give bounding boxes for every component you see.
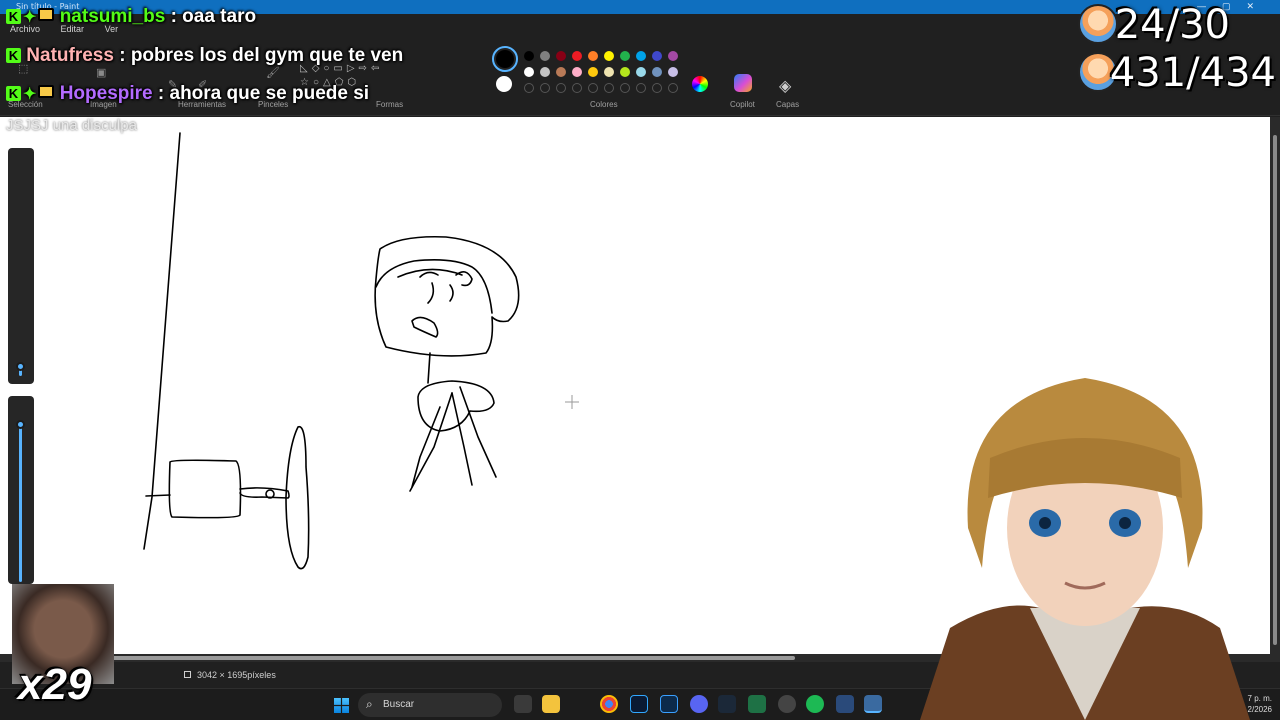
- chrome-icon[interactable]: [600, 695, 618, 713]
- color-swatch[interactable]: [636, 67, 646, 77]
- clock-date: 2/2026: [1247, 705, 1272, 714]
- primary-color-swatch[interactable]: [492, 46, 518, 72]
- vegas-icon[interactable]: [660, 695, 678, 713]
- vertical-scrollbar[interactable]: [1270, 117, 1280, 654]
- chat-line: K ✦ natsumi_bs : oaa taro: [6, 6, 256, 28]
- color-swatch[interactable]: [652, 51, 662, 61]
- custom-color-slot[interactable]: [540, 83, 550, 93]
- color-swatch[interactable]: [588, 51, 598, 61]
- kick-badge-icon: K: [6, 48, 21, 63]
- chat-message: : oaa taro: [170, 6, 257, 27]
- task-view-icon[interactable]: [514, 695, 532, 713]
- color-swatch[interactable]: [652, 67, 662, 77]
- color-swatch[interactable]: [556, 51, 566, 61]
- secondary-color-swatch[interactable]: [496, 76, 512, 92]
- color-swatch[interactable]: [604, 67, 614, 77]
- system-clock[interactable]: 7 p. m. 2/2026: [1248, 693, 1272, 715]
- edit-colors-icon[interactable]: [692, 76, 708, 92]
- brush-size-slider[interactable]: [16, 362, 25, 371]
- taskbar-search[interactable]: ⌕ Buscar: [358, 693, 502, 717]
- chat-user: Hopespire: [59, 83, 153, 104]
- color-swatch[interactable]: [556, 67, 566, 77]
- custom-color-slot[interactable]: [636, 83, 646, 93]
- search-placeholder: Buscar: [383, 699, 415, 710]
- color-swatch[interactable]: [524, 51, 534, 61]
- chat-message: : ahora que se puede si: [157, 83, 370, 104]
- copilot-icon[interactable]: [734, 74, 752, 92]
- color-swatch[interactable]: [572, 67, 582, 77]
- gem-badge-icon: ✦: [23, 86, 37, 103]
- overlay-note: JSJSJ una disculpa: [6, 117, 137, 134]
- custom-color-slot[interactable]: [524, 83, 534, 93]
- paint-stream-screen: Sin título - Paint —▢✕ Archivo Editar Ve…: [0, 0, 1280, 720]
- opacity-slider[interactable]: [16, 420, 25, 429]
- opacity-panel[interactable]: [8, 396, 34, 584]
- emote-counter: x29: [18, 660, 92, 709]
- group-label-colors: Colores: [590, 100, 618, 109]
- discord-icon[interactable]: [690, 695, 708, 713]
- counter-bottom: 431/434: [1109, 50, 1276, 96]
- obs-icon[interactable]: [778, 695, 796, 713]
- layers-icon[interactable]: ◈: [779, 76, 791, 96]
- color-swatch[interactable]: [620, 51, 630, 61]
- color-swatch[interactable]: [620, 67, 630, 77]
- chat-user: Natufress: [26, 45, 114, 66]
- sketch-body: [417, 380, 495, 432]
- custom-color-slot[interactable]: [652, 83, 662, 93]
- image-tool-icon[interactable]: ▣: [96, 66, 106, 79]
- file-explorer-icon[interactable]: [542, 695, 560, 713]
- color-swatch[interactable]: [540, 51, 550, 61]
- custom-color-slot[interactable]: [588, 83, 598, 93]
- chat-line: K Natufress : pobres los del gym que te …: [6, 45, 403, 67]
- canvas-dimensions: 3042 × 1695píxeles: [197, 670, 276, 680]
- group-label-shapes: Formas: [376, 100, 404, 109]
- custom-color-slot[interactable]: [620, 83, 630, 93]
- crown-badge-icon: [38, 85, 55, 98]
- search-icon: ⌕: [366, 697, 373, 711]
- canvas-size-icon: [184, 671, 191, 678]
- sketch-pole: [143, 132, 181, 550]
- steam-icon[interactable]: [718, 695, 736, 713]
- counter-top: 24/30: [1114, 2, 1230, 48]
- color-swatch[interactable]: [572, 51, 582, 61]
- group-label-layers: Capas: [776, 100, 800, 109]
- custom-color-slot[interactable]: [572, 83, 582, 93]
- excel-icon[interactable]: [748, 695, 766, 713]
- brush-icon[interactable]: 🖌: [266, 66, 280, 79]
- custom-color-slot[interactable]: [668, 83, 678, 93]
- windows-start-icon[interactable]: [334, 698, 349, 713]
- color-swatch[interactable]: [588, 67, 598, 77]
- brush-size-panel[interactable]: [8, 148, 34, 384]
- follower-goal-icon: [1078, 4, 1118, 44]
- chat-line: K ✦ Hopespire : ahora que se puede si: [6, 83, 369, 105]
- photoshop-icon[interactable]: [630, 695, 648, 713]
- clock-time: 7 p. m.: [1247, 694, 1272, 703]
- spotify-icon[interactable]: [806, 695, 824, 713]
- vtube-icon[interactable]: [836, 695, 854, 713]
- custom-color-slot[interactable]: [604, 83, 614, 93]
- sketch-head: [374, 235, 520, 357]
- color-swatch[interactable]: [604, 51, 614, 61]
- kick-badge-icon: K: [6, 9, 21, 24]
- sketch-box: [168, 459, 242, 519]
- crown-badge-icon: [38, 8, 55, 21]
- chat-message: : pobres los del gym que te ven: [119, 45, 404, 66]
- color-swatch[interactable]: [668, 67, 678, 77]
- custom-color-slot[interactable]: [556, 83, 566, 93]
- group-label-copilot: Copilot: [730, 100, 755, 109]
- paint-icon[interactable]: [864, 695, 882, 713]
- color-swatch[interactable]: [524, 67, 534, 77]
- color-swatch[interactable]: [636, 51, 646, 61]
- crosshair-cursor-icon: [565, 395, 579, 409]
- vtuber-avatar: [920, 378, 1250, 720]
- gem-badge-icon: ✦: [23, 9, 37, 26]
- color-swatch[interactable]: [540, 67, 550, 77]
- kick-badge-icon: K: [6, 86, 21, 101]
- color-swatch[interactable]: [668, 51, 678, 61]
- chat-user: natsumi_bs: [59, 6, 166, 27]
